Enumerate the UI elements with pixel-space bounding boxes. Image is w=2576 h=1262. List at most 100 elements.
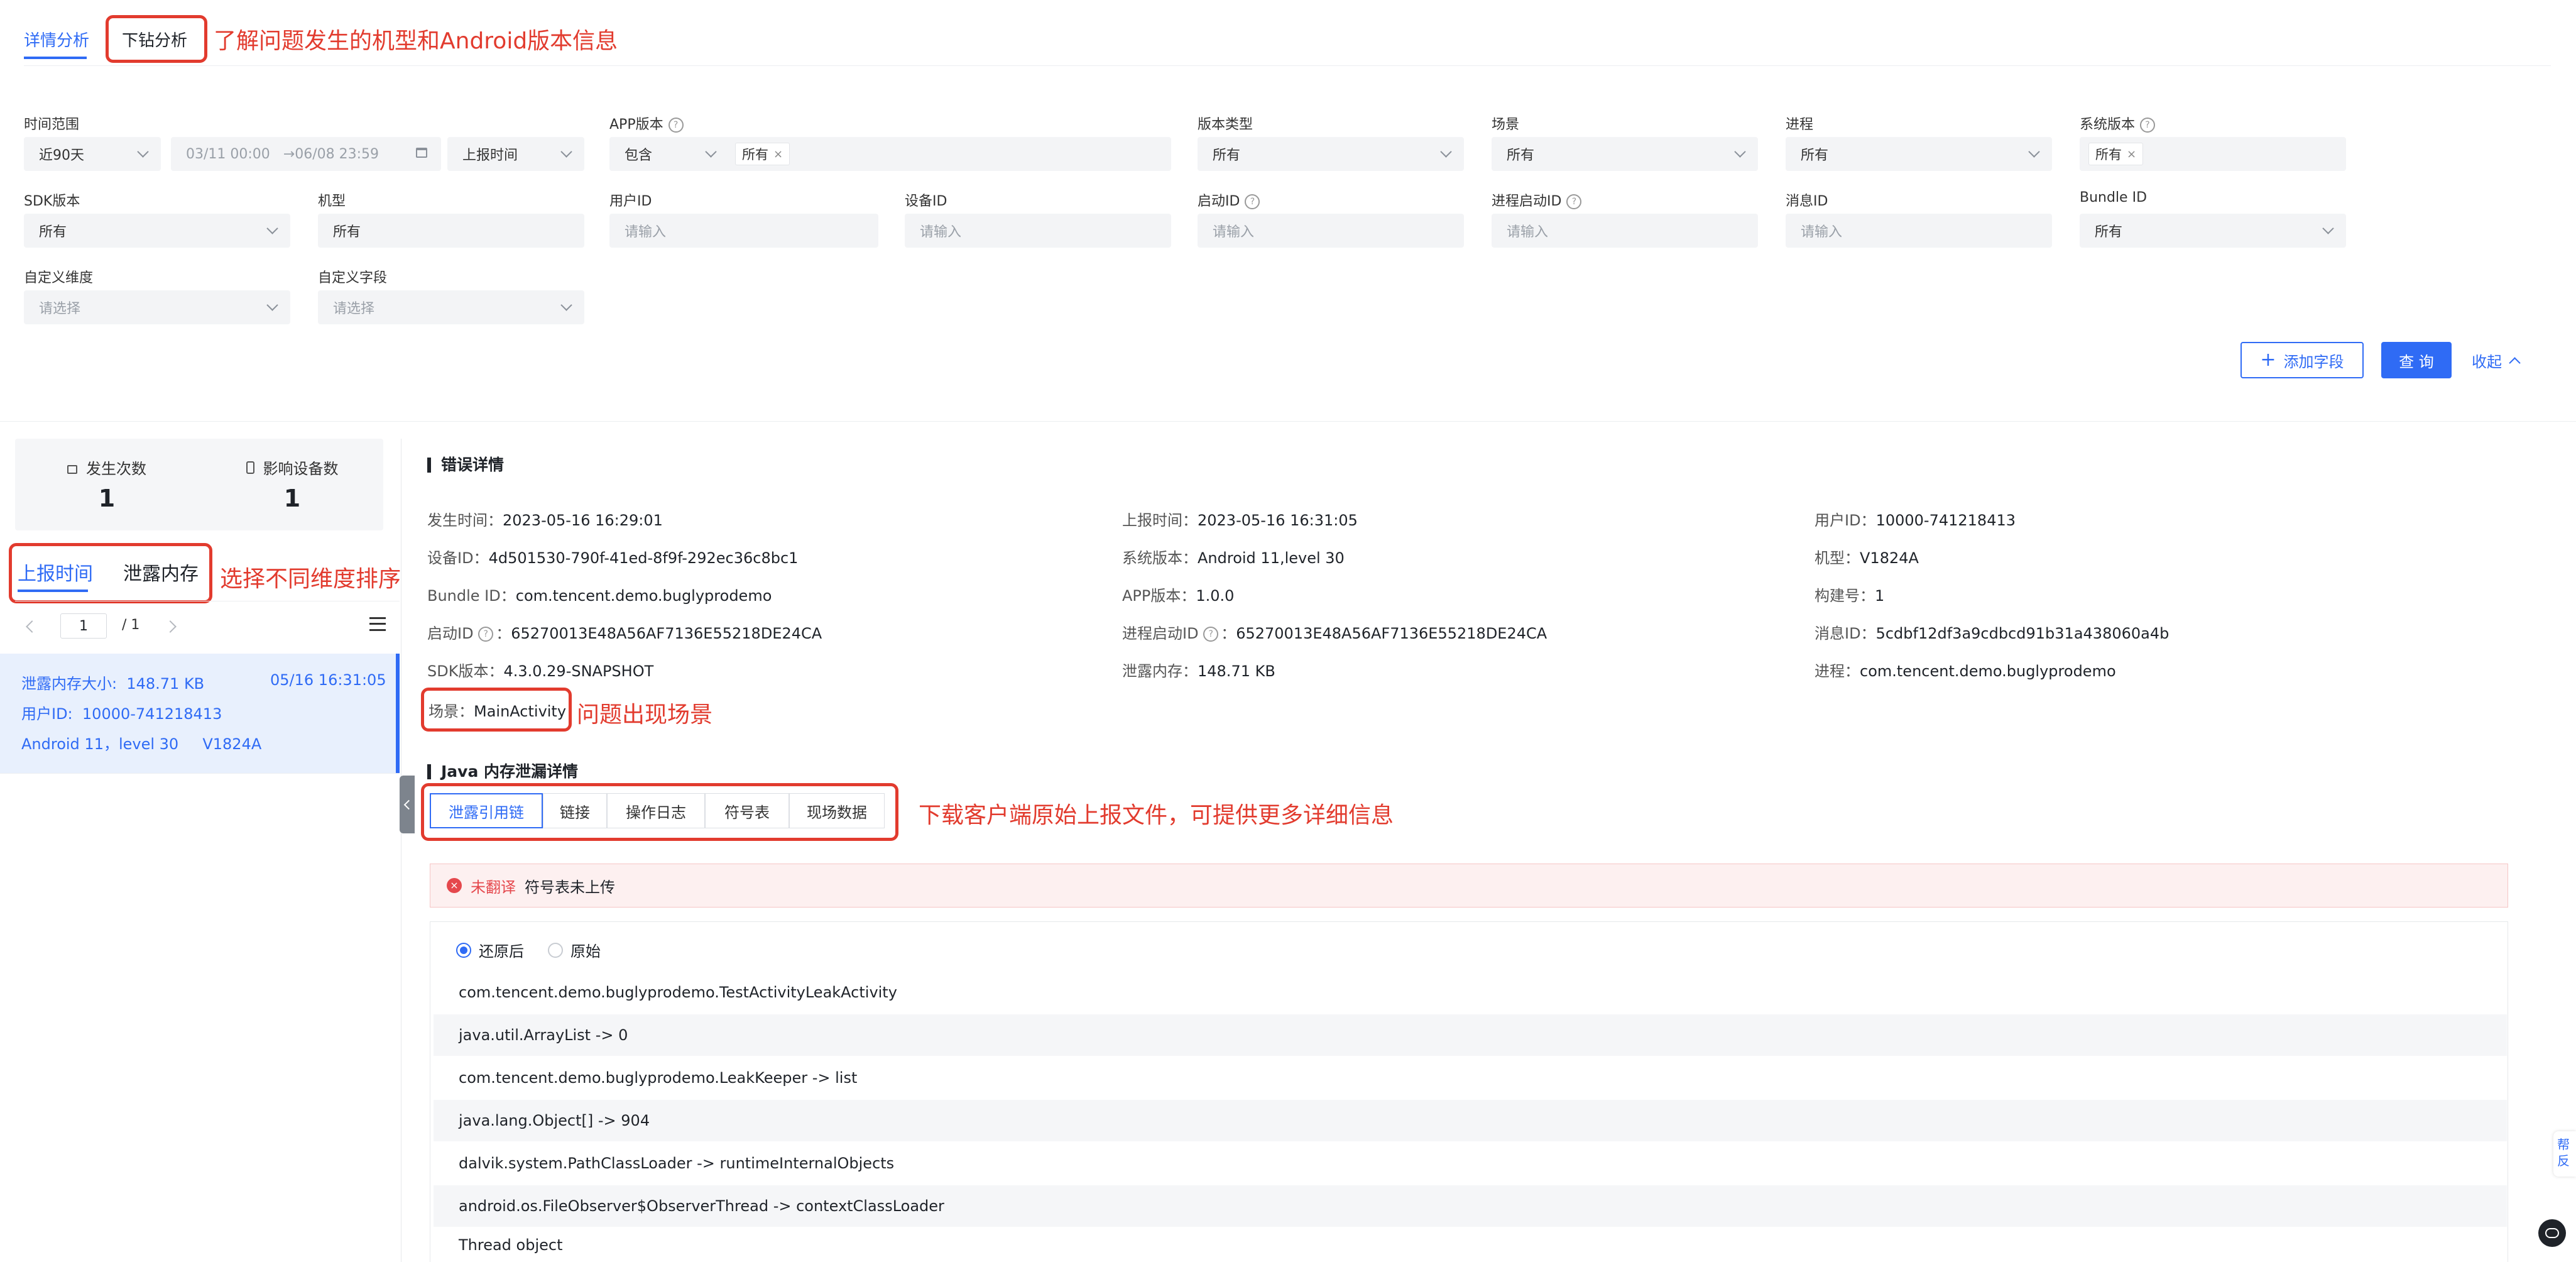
filter-label-process-launch-id: 进程启动ID? <box>1492 190 1582 210</box>
user-id: 用户ID：10000-741218413 <box>1815 512 2016 529</box>
radio-raw[interactable]: 原始 <box>548 939 601 961</box>
record-leak-size: 泄露内存大小: 148.71 KB <box>21 675 205 693</box>
help-feedback-float[interactable]: 帮反 <box>2553 1131 2576 1177</box>
close-icon[interactable]: × <box>773 148 783 161</box>
device-model: 机型：V1824A <box>1815 549 1919 567</box>
record-list-item[interactable]: 泄露内存大小: 148.71 KB 05/16 16:31:05 用户ID: 1… <box>0 654 400 773</box>
close-icon[interactable]: × <box>2127 148 2136 161</box>
filter-label-system-version: 系统版本? <box>2080 113 2156 133</box>
filter-label-user-id: 用户ID <box>609 194 652 209</box>
lock-icon <box>67 464 77 474</box>
device-id: 设备ID：4d501530-790f-41ed-8f9f-292ec36c8bc… <box>427 549 799 567</box>
stat-devices-value: 1 <box>283 485 301 512</box>
symbol-alert: × 未翻译 符号表未上传 <box>430 864 2508 908</box>
bundle-id: Bundle ID：com.tencent.demo.buglyprodemo <box>427 587 772 605</box>
filter-label-custom-dimension: 自定义维度 <box>24 270 94 286</box>
add-field-button[interactable]: + 添加字段 <box>2240 342 2364 378</box>
time-range-select[interactable]: 近90天 <box>24 137 161 171</box>
record-user-id: 用户ID: 10000-741218413 <box>21 705 222 723</box>
stat-occurrences: 发生次数 1 <box>57 456 157 512</box>
chevron-down-icon <box>1734 146 1746 158</box>
error-circle-icon: × <box>447 878 462 893</box>
stat-devices: 影响设备数 1 <box>232 456 352 512</box>
scene-select[interactable]: 所有 <box>1492 137 1758 171</box>
collapse-handle[interactable] <box>400 776 415 833</box>
date-range-picker[interactable]: 03/11 00:00 →06/08 23:59 <box>171 137 441 171</box>
annotation-download: 下载客户端原始上报文件，可提供更多详细信息 <box>919 803 1394 828</box>
launch-id: 启动ID ? ：65270013E48A56AF7136E55218DE24CA <box>427 625 822 642</box>
customer-service-icon[interactable] <box>2538 1219 2566 1247</box>
tab-detail-analysis[interactable]: 详情分析 <box>24 28 89 51</box>
help-icon[interactable]: ? <box>2140 118 2156 133</box>
record-time: 05/16 16:31:05 <box>270 671 386 689</box>
tab-active-underline <box>24 57 87 59</box>
stack-frame: dalvik.system.PathClassLoader -> runtime… <box>459 1155 895 1172</box>
filter-label-version-type: 版本类型 <box>1198 117 1253 133</box>
chevron-up-icon <box>2509 357 2521 369</box>
help-icon[interactable]: ? <box>1566 194 1582 209</box>
model-input[interactable]: 所有 <box>318 214 584 248</box>
time-type-select[interactable]: 上报时间 <box>447 137 584 171</box>
stat-occurrences-value: 1 <box>98 485 116 512</box>
process-launch-id-input[interactable]: 请输入 <box>1492 214 1758 248</box>
help-icon[interactable]: ? <box>668 118 684 133</box>
filter-label-custom-field: 自定义字段 <box>318 270 388 286</box>
filters-divider <box>0 421 2576 422</box>
record-list-divider <box>0 773 400 774</box>
custom-dimension-select[interactable]: 请选择 <box>24 290 290 324</box>
pager-total: / 1 <box>122 617 140 633</box>
help-icon[interactable]: ? <box>1245 194 1260 209</box>
annotation-box-download <box>421 783 898 841</box>
calendar-icon <box>416 148 427 158</box>
filter-label-scene: 场景 <box>1492 117 1520 133</box>
chevron-left-icon <box>403 799 413 809</box>
launch-id-input[interactable]: 请输入 <box>1198 214 1464 248</box>
sdk-version-select[interactable]: 所有 <box>24 214 290 248</box>
record-device: Android 11，level 30 V1824A <box>21 735 262 753</box>
filter-label-time-range: 时间范围 <box>24 117 80 133</box>
annotation-scene: 问题出现场景 <box>577 702 713 728</box>
process-name: 进程：com.tencent.demo.buglyprodemo <box>1815 662 2116 680</box>
process-select[interactable]: 所有 <box>1786 137 2052 171</box>
system-version: 系统版本：Android 11,level 30 <box>1122 549 1345 567</box>
app-version-field[interactable]: 包含 所有 × <box>609 137 1171 171</box>
bundle-id-select[interactable]: 所有 <box>2080 214 2346 248</box>
alert-tag: 未翻译 <box>471 878 516 896</box>
chevron-down-icon <box>2322 222 2334 234</box>
pager-page-input[interactable]: 1 <box>60 613 107 639</box>
leak-detail-title: Java 内存泄漏详情 <box>427 764 578 779</box>
app-version-tag[interactable]: 所有 × <box>735 143 790 165</box>
help-icon[interactable]: ? <box>1203 627 1219 642</box>
query-button[interactable]: 查 询 <box>2381 342 2452 378</box>
stack-frame: java.lang.Object[] -> 904 <box>434 1100 2507 1141</box>
chevron-down-icon <box>137 146 149 158</box>
help-icon[interactable]: ? <box>478 627 494 642</box>
radio-unchecked-icon <box>548 942 563 958</box>
chevron-down-icon <box>1440 146 1452 158</box>
collapse-button[interactable]: 收起 <box>2472 349 2521 371</box>
stack-frame: com.tencent.demo.buglyprodemo.LeakKeeper… <box>459 1069 858 1087</box>
system-version-field[interactable]: 所有 × <box>2080 137 2346 171</box>
chevron-down-icon <box>560 146 572 158</box>
system-version-tag[interactable]: 所有 × <box>2088 143 2144 165</box>
leak-memory: 泄露内存：148.71 KB <box>1122 662 1275 680</box>
process-launch-id: 进程启动ID ? ：65270013E48A56AF7136E55218DE24C… <box>1122 625 1547 642</box>
app-version-op-select[interactable]: 包含 <box>609 137 729 171</box>
device-id-input[interactable]: 请输入 <box>905 214 1171 248</box>
pager-prev-icon[interactable] <box>26 620 38 633</box>
annotation-sort: 选择不同维度排序 <box>220 566 401 592</box>
pager-next-icon[interactable] <box>164 620 177 633</box>
stack-frame: Thread object <box>459 1236 563 1254</box>
chevron-down-icon <box>266 299 278 311</box>
message-id-input[interactable]: 请输入 <box>1786 214 2052 248</box>
list-menu-icon[interactable] <box>369 617 386 631</box>
report-time: 上报时间：2023-05-16 16:31:05 <box>1122 512 1358 529</box>
radio-restored[interactable]: 还原后 <box>456 939 524 961</box>
user-id-input[interactable]: 请输入 <box>609 214 878 248</box>
custom-field-select[interactable]: 请选择 <box>318 290 584 324</box>
filter-label-message-id: 消息ID <box>1786 194 1828 209</box>
build-number: 构建号：1 <box>1815 587 1885 605</box>
version-type-select[interactable]: 所有 <box>1198 137 1464 171</box>
filter-label-app-version: APP版本? <box>609 113 684 133</box>
error-detail-title: 错误详情 <box>427 457 504 473</box>
